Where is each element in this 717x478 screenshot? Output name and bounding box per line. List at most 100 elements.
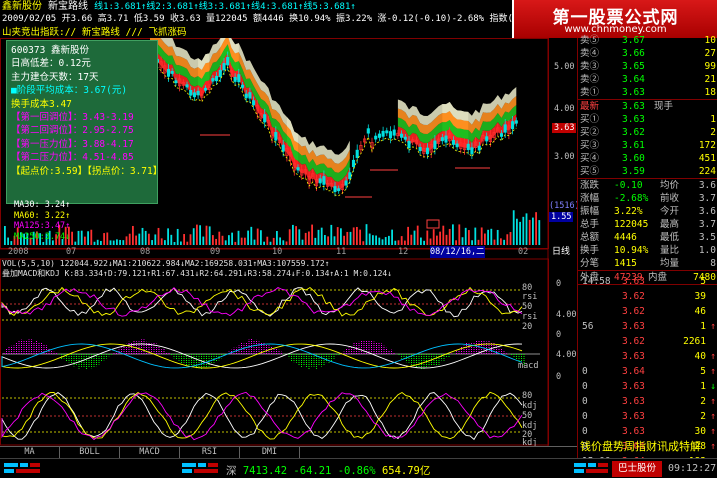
bid-volume: 451 [698,153,716,164]
status-bar: 深 7413.42 -64.21 -0.86% 654.79亿 钱价盘势周指财讯… [0,440,717,478]
tick-price: 3.62 [622,291,645,302]
stat-label-1: 涨跌 [580,180,600,191]
status-stock-name[interactable]: 巴士股份 [612,461,662,477]
bid-row-5[interactable]: 买⑤ 3.59 224 [578,165,717,178]
info-code-name: 600373 鑫新股份 [11,45,90,56]
stock-name[interactable]: 鑫新股份 [2,1,42,12]
index-ticker[interactable]: 深 7413.42 -64.21 -0.86% 654.79亿 [226,463,430,478]
stat-row-0[interactable]: 涨跌 -0.10 均价 3.6 [578,179,717,192]
ask-volume: 21 [704,74,716,85]
rsi-level-20: 20 [522,322,533,332]
bid-row-3[interactable]: 买③ 3.61 172 [578,139,717,152]
tick-row[interactable]: 3.62 2261 [578,335,717,348]
time-axis-02: 02 [518,247,529,257]
bid-row-4[interactable]: 买④ 3.60 451 [578,152,717,165]
tick-price: 3.63 [622,351,645,362]
indicator-name[interactable]: 新宝路线 [48,1,88,12]
tick-row[interactable]: 56 3.63 1 ↑ [578,320,717,333]
status-clock: 09:12:27 [668,463,717,474]
arrow-down-icon: ↓ [710,381,716,392]
header-date: 2009/02/05 [2,14,57,24]
ma125-label: MA125:3.47↑ [14,221,71,231]
stat-value-1: 122045 [614,219,649,230]
bid-row-2[interactable]: 买② 3.62 2 [578,126,717,139]
bid-volume: 2 [710,127,716,138]
kdj-panel [1,391,523,441]
ask-row-2[interactable]: 卖② 3.64 21 [578,73,717,86]
header-close: 收3.63 [169,14,201,24]
tab-rsi[interactable]: RSI [180,447,240,458]
stat-value-2: 1.0 [698,245,716,256]
candlestick-series [148,38,518,198]
header-turnover: 换10.94% [289,14,331,24]
stat-label-2: 均价 [660,180,680,191]
bid-label: 买② [580,127,600,138]
stat-row-5[interactable]: 换手 10.94% 量比 1.0 [578,244,717,257]
stat-value-2: 3.5 [698,232,716,243]
tick-row[interactable]: 14:58 3.63 5 [578,275,717,288]
bid-price: 3.60 [622,153,645,164]
tick-time: 0 [582,366,588,377]
time-axis-09: 09 [210,247,221,257]
ask-label: 卖③ [580,61,600,72]
price-tick-3: 3.00 [554,152,575,162]
stat-label-2: 量比 [660,245,680,256]
bid-volume: 172 [698,140,716,151]
sub-scale-4a: 4.00 [556,310,577,320]
stat-row-3[interactable]: 总手 122045 最高 3.7 [578,218,717,231]
tick-row[interactable]: 3.63 40 ↑ [578,350,717,363]
ask-volume: 18 [704,87,716,98]
arrow-up-icon: ↑ [710,366,716,377]
tick-row[interactable]: 0 3.64 5 ↑ [578,365,717,378]
stat-label-2: 今开 [660,206,680,217]
kdj-level-50: 50 [522,411,533,421]
quote-header: 2009/02/05 开3.66 高3.71 低3.59 收3.63 量1220… [2,13,578,25]
tick-price: 3.62 [622,306,645,317]
ask-volume: 10 [704,35,716,46]
stock-info-box: 600373 鑫新股份 日高低差：0.12元 主力建仓天数：17天 ■阶段平均成… [6,40,162,204]
bid-volume: 1 [710,114,716,125]
ask-row-3[interactable]: 卖③ 3.65 99 [578,60,717,73]
bid-row-1[interactable]: 买① 3.63 1 [578,113,717,126]
stat-row-2[interactable]: 振幅 3.22% 今开 3.6 [578,205,717,218]
function-menu[interactable]: 钱价盘势周指财讯成特解 [580,439,717,455]
tick-row[interactable]: 0 3.63 1 ↓ [578,380,717,393]
tab-dmi[interactable]: DMI [240,447,300,458]
tick-row[interactable]: 0 3.63 30 ↑ [578,425,717,438]
stat-row-4[interactable]: 总额 4446 最低 3.5 [578,231,717,244]
price-tick-4: 4.00 [554,104,575,114]
stat-row-6[interactable]: 分笔 1415 均量 8 [578,257,717,270]
stat-row-1[interactable]: 涨幅 -2.68% 前收 3.7 [578,192,717,205]
volume-bars [4,210,541,245]
ma250-label: MA250:3.74↓ [14,231,71,242]
last-label: 最新 [580,101,600,112]
ask-price: 3.66 [622,48,645,59]
tick-row[interactable]: 0 3.63 2 ↑ [578,410,717,423]
time-axis-07: 07 [66,247,77,257]
tick-price: 3.63 [622,426,645,437]
time-axis-12: 12 [398,247,409,257]
last-price-row[interactable]: 最新 3.63 现手 [578,100,717,113]
last-price: 3.63 [622,101,645,112]
tick-row[interactable]: 3.62 46 [578,305,717,318]
tick-row[interactable]: 3.62 39 [578,290,717,303]
ask-label: 卖⑤ [580,35,600,46]
tick-volume: 1 [700,381,706,392]
info-day-diff: 日高低差：0.12元 [11,58,91,70]
tab-ma[interactable]: MA [0,447,60,458]
time-axis-10: 10 [272,247,283,257]
stat-label-1: 分笔 [580,258,600,269]
tab-boll[interactable]: BOLL [60,447,120,458]
bid-volume: 224 [698,166,716,177]
tick-row[interactable]: 0 3.63 2 ↑ [578,395,717,408]
tab-macd[interactable]: MACD [120,447,180,458]
period-daily[interactable]: 日线 [552,246,570,258]
ask-row-1[interactable]: 卖① 3.63 18 [578,86,717,99]
stat-value-2: 3.6 [698,180,716,191]
tick-price: 3.63 [622,411,645,422]
ask-row-5[interactable]: 卖⑤ 3.67 10 [578,34,717,47]
tick-price: 3.63 [622,276,645,287]
arrow-up-icon: ↑ [710,411,716,422]
cursor-date: 08/12/16,二 [430,246,485,258]
ask-row-4[interactable]: 卖④ 3.66 27 [578,47,717,60]
